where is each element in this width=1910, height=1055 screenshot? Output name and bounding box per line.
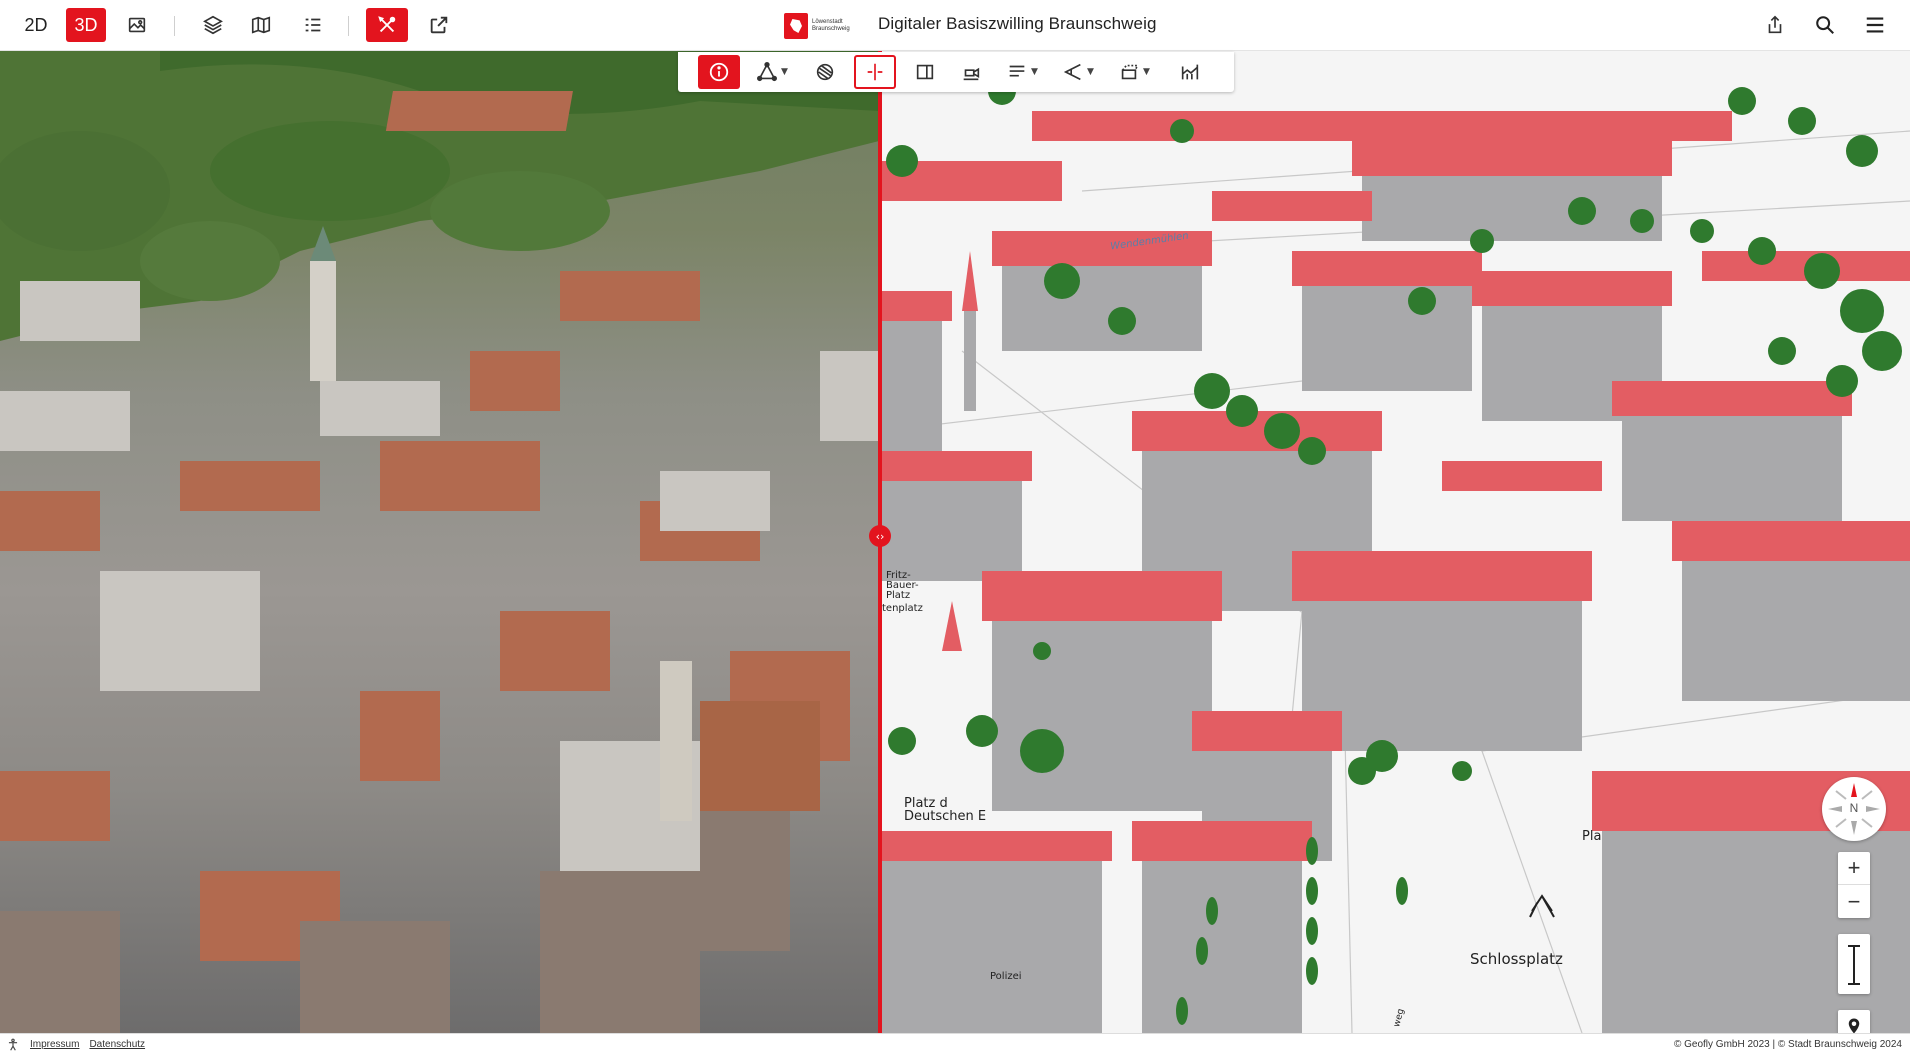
building-model bbox=[882, 77, 1910, 1033]
split-handle-icon[interactable]: ‹› bbox=[869, 525, 891, 547]
lion-logo-icon bbox=[784, 13, 808, 39]
map-legend-icon[interactable] bbox=[244, 8, 278, 42]
split-view-icon[interactable] bbox=[854, 55, 896, 89]
viewpoint-icon[interactable] bbox=[954, 55, 988, 89]
brand-logo: Löwenstadt Braunschweig bbox=[784, 12, 858, 40]
section-2d-icon[interactable]: ▼ bbox=[1000, 55, 1044, 89]
chevron-down-icon: ▼ bbox=[1143, 67, 1150, 77]
location-pin-icon bbox=[1848, 1018, 1860, 1033]
height-profile-icon[interactable] bbox=[1170, 55, 1210, 89]
place-label-pla: Pla bbox=[1582, 829, 1602, 844]
search-icon[interactable] bbox=[1808, 8, 1842, 42]
photo-mesh bbox=[0, 51, 879, 1033]
chevron-down-icon: ▼ bbox=[781, 67, 788, 77]
layers-icon[interactable] bbox=[196, 8, 230, 42]
place-label-platz-der-deutschen-einheit: Platz d Deutschen E bbox=[904, 796, 987, 824]
shadow-icon[interactable] bbox=[808, 55, 842, 89]
info-icon[interactable] bbox=[698, 55, 740, 89]
mode-3d-button[interactable]: 3D bbox=[66, 8, 106, 42]
accessibility-icon[interactable] bbox=[6, 1038, 20, 1052]
zoom-control: + − bbox=[1838, 852, 1870, 918]
draw-polygon-icon[interactable]: ▼ bbox=[750, 55, 794, 89]
clipping-icon[interactable]: ▼ bbox=[1112, 55, 1156, 89]
tilt-slider[interactable] bbox=[1838, 934, 1870, 994]
chevron-down-icon: ▼ bbox=[1031, 67, 1038, 77]
impressum-link[interactable]: Impressum bbox=[30, 1039, 79, 1050]
brand-line-2: Braunschweig bbox=[812, 26, 850, 32]
datenschutz-link[interactable]: Datenschutz bbox=[89, 1039, 145, 1050]
footer: Impressum Datenschutz © Geofly GmbH 2023… bbox=[0, 1033, 1910, 1055]
menu-icon[interactable] bbox=[1858, 8, 1892, 42]
share-icon[interactable] bbox=[1758, 8, 1792, 42]
sidebar-panel-icon[interactable] bbox=[908, 55, 942, 89]
mode-2d-button[interactable]: 2D bbox=[18, 8, 54, 42]
tools-icon[interactable] bbox=[366, 8, 408, 42]
compass-control[interactable]: N bbox=[1822, 777, 1886, 841]
tool-toolbar: ▼ ▼ ▼ ▼ bbox=[678, 52, 1234, 92]
brand-name: Löwenstadt Braunschweig bbox=[812, 19, 858, 33]
measure-angle-icon[interactable]: ▼ bbox=[1056, 55, 1100, 89]
zoom-in-button[interactable]: + bbox=[1838, 852, 1870, 885]
place-label-stechenplatz: tenplatz bbox=[882, 603, 923, 614]
locate-button[interactable] bbox=[1838, 1010, 1870, 1033]
image-icon[interactable] bbox=[120, 8, 154, 42]
compass-north-label: N bbox=[1849, 801, 1859, 815]
top-bar: 2D 3D Löwenstadt Braunschweig Digitaler … bbox=[0, 0, 1910, 51]
toolbar-divider bbox=[348, 16, 349, 36]
brand-line-1: Löwenstadt bbox=[812, 19, 843, 25]
poi-label-polizei: Polizei bbox=[990, 971, 1022, 982]
toolbar-divider bbox=[174, 16, 175, 36]
external-link-icon[interactable] bbox=[422, 8, 456, 42]
copyright-text: © Geofly GmbH 2023 | © Stadt Braunschwei… bbox=[1673, 1039, 1902, 1050]
app-title: Digitaler Basiszwilling Braunschweig bbox=[878, 14, 1157, 33]
lod2-model-view[interactable]: Wendenmühlen Fritz- Bauer- Platz tenplat… bbox=[882, 51, 1910, 1033]
zoom-out-button[interactable]: − bbox=[1838, 885, 1870, 918]
chevron-down-icon: ▼ bbox=[1087, 67, 1094, 77]
tilt-slider-icon bbox=[1848, 945, 1860, 985]
place-label-fritz-bauer-platz: Fritz- Bauer- Platz bbox=[886, 570, 919, 601]
map-viewport[interactable]: Wendenmühlen Fritz- Bauer- Platz tenplat… bbox=[0, 51, 1910, 1033]
mesh-view[interactable] bbox=[0, 51, 879, 1033]
list-icon[interactable] bbox=[296, 8, 330, 42]
place-label-schlossplatz: Schlossplatz bbox=[1470, 950, 1563, 968]
